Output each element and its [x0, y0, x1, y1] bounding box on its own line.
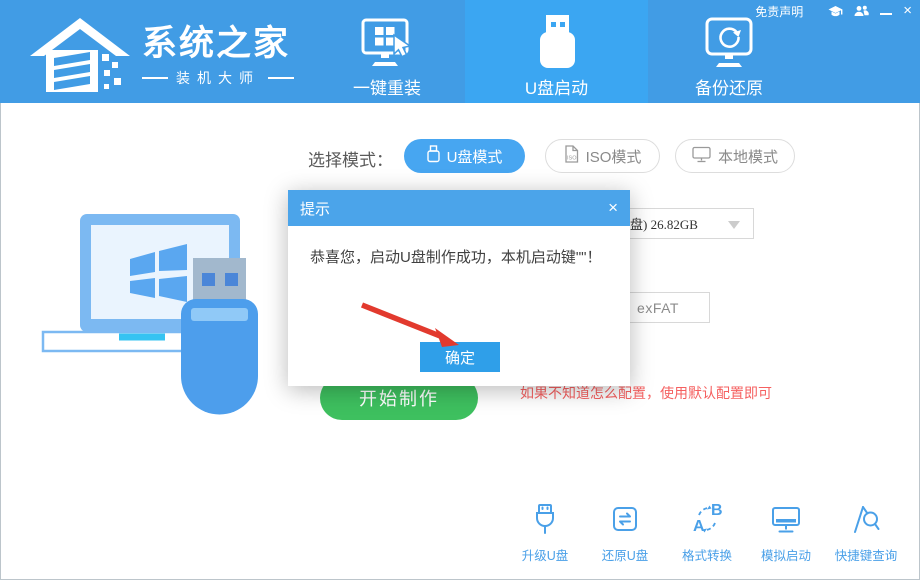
dash-right: [268, 77, 294, 79]
app-logo: 系统之家 装机大师: [28, 10, 294, 99]
logo-text: 系统之家 装机大师: [142, 22, 294, 88]
usb-icon: [427, 145, 440, 167]
usb-drive-icon: [529, 14, 585, 72]
magnifier-key-icon: [849, 502, 883, 541]
mode-label: 本地模式: [718, 146, 778, 167]
tab-label: 一键重装: [353, 74, 421, 99]
mode-iso-button[interactable]: ISO ISO模式: [545, 139, 660, 173]
titlebar-controls: 免责声明 ×: [755, 3, 912, 19]
tool-label: 格式转换: [682, 545, 732, 564]
logo-subtitle: 装机大师: [142, 68, 294, 88]
format-value: exFAT: [637, 300, 679, 316]
dialog-titlebar: 提示 ×: [288, 190, 630, 226]
app-header: 系统之家 装机大师: [0, 0, 920, 103]
svg-text:B: B: [711, 502, 723, 519]
house-logo-icon: [28, 10, 132, 99]
app-window: 系统之家 装机大师: [0, 0, 920, 580]
users-icon[interactable]: [854, 5, 869, 17]
usb-plug-icon: [528, 502, 562, 541]
dialog-title: 提示: [300, 198, 608, 219]
tab-usb-boot[interactable]: U盘启动: [465, 0, 648, 103]
monitor-boot-icon: [769, 502, 803, 541]
dash-left: [142, 77, 168, 79]
restore-loop-icon: [608, 502, 642, 541]
tool-label: 升级U盘: [522, 545, 569, 564]
mode-usb-button[interactable]: U盘模式: [404, 139, 525, 173]
drive-dropdown-value: 盘) 26.82GB: [619, 214, 698, 233]
tab-one-key-reinstall[interactable]: 一键重装: [335, 0, 439, 103]
mode-select-label: 选择模式：: [308, 146, 393, 171]
svg-text:A: A: [693, 518, 705, 535]
close-icon[interactable]: ×: [903, 4, 912, 18]
default-config-tip: 如果不知道怎么配置，使用默认配置即可: [520, 383, 772, 403]
tab-label: 备份还原: [695, 74, 763, 99]
iso-file-icon: ISO: [564, 145, 579, 167]
a-to-b-convert-icon: A B: [690, 502, 724, 541]
tool-label: 模拟启动: [761, 545, 811, 564]
usb-drive-dropdown[interactable]: 盘) 26.82GB: [618, 208, 754, 239]
success-dialog: 提示 × 恭喜您，启动U盘制作成功，本机启动键""！ 确定: [288, 190, 630, 386]
logo-title: 系统之家: [142, 22, 294, 66]
chevron-down-icon: [728, 221, 740, 229]
tool-label: 快捷键查询: [835, 545, 898, 564]
mode-label: U盘模式: [447, 146, 503, 167]
dialog-close-icon[interactable]: ×: [608, 200, 618, 216]
monitor-restore-icon: [701, 14, 757, 72]
tool-label: 还原U盘: [602, 545, 649, 564]
tab-label: U盘启动: [525, 74, 588, 99]
service-cap-icon[interactable]: [828, 5, 843, 18]
ok-button[interactable]: 确定: [420, 342, 500, 372]
disclaimer-link[interactable]: 免责声明: [755, 3, 803, 20]
tool-hotkey-query[interactable]: 快捷键查询: [818, 502, 914, 560]
mode-label: ISO模式: [586, 146, 642, 167]
laptop-usb-illustration: [35, 212, 280, 422]
mode-local-button[interactable]: 本地模式: [675, 139, 795, 173]
svg-text:ISO: ISO: [567, 156, 577, 162]
monitor-windows-cursor-icon: [358, 14, 416, 72]
monitor-icon: [692, 146, 711, 167]
dialog-message: 恭喜您，启动U盘制作成功，本机启动键""！: [310, 246, 601, 267]
